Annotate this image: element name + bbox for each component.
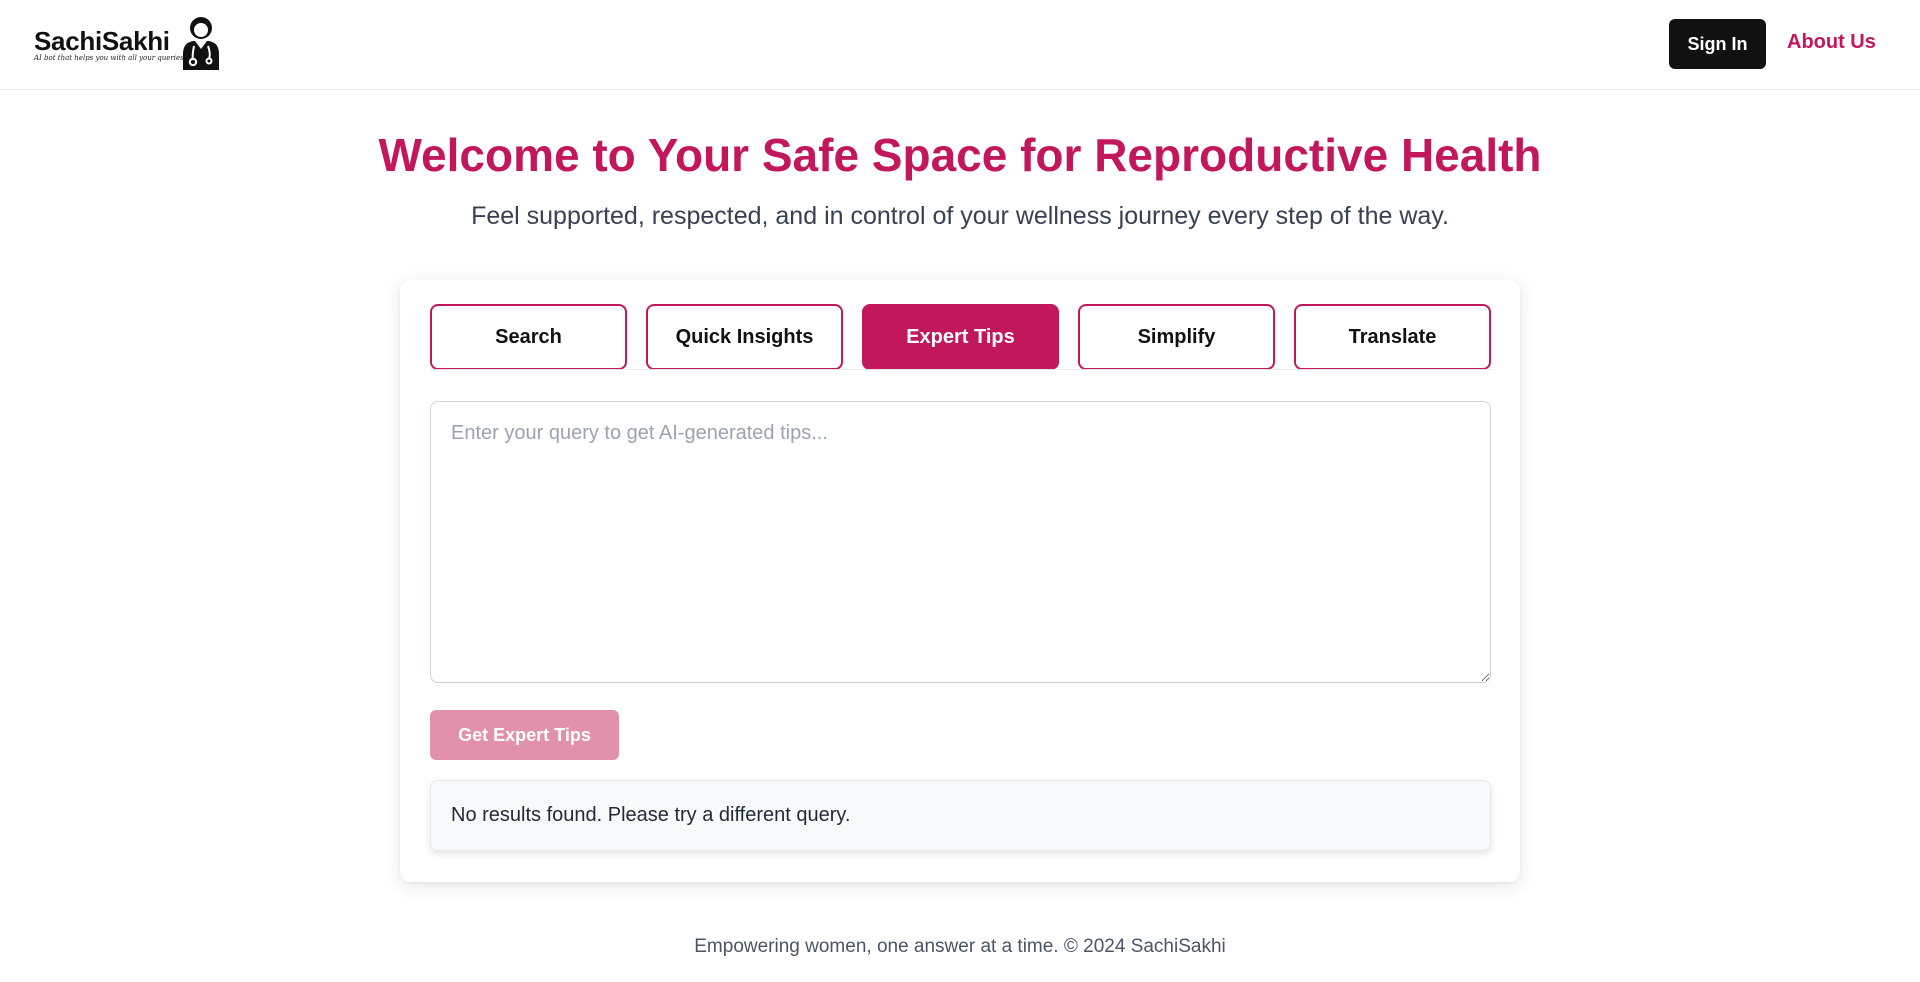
tool-card: Search Quick Insights Expert Tips Simpli… <box>400 280 1520 882</box>
page-subtitle: Feel supported, respected, and in contro… <box>471 202 1449 230</box>
tabs-divider <box>430 369 1491 370</box>
logo-name: SachiSakhi <box>34 26 170 56</box>
mode-tabs: Search Quick Insights Expert Tips Simpli… <box>430 304 1491 370</box>
tab-search[interactable]: Search <box>430 304 627 370</box>
footer-text: Empowering women, one answer at a time. … <box>694 936 1226 957</box>
tab-translate[interactable]: Translate <box>1294 304 1491 370</box>
page-title: Welcome to Your Safe Space for Reproduct… <box>378 129 1542 181</box>
sign-in-button[interactable]: Sign In <box>1669 19 1766 69</box>
tab-simplify[interactable]: Simplify <box>1078 304 1275 370</box>
site-header: SachiSakhi AI bot that helps you with al… <box>0 0 1920 90</box>
about-us-link[interactable]: About Us <box>1787 31 1876 54</box>
query-input[interactable] <box>430 401 1491 683</box>
logo[interactable]: SachiSakhi AI bot that helps you with al… <box>34 16 224 72</box>
get-expert-tips-button[interactable]: Get Expert Tips <box>430 710 619 760</box>
tab-quick-insights[interactable]: Quick Insights <box>646 304 843 370</box>
logo-tagline: AI bot that helps you with all your quer… <box>34 54 184 62</box>
tab-expert-tips[interactable]: Expert Tips <box>862 304 1059 370</box>
result-message: No results found. Please try a different… <box>430 780 1491 851</box>
doctor-avatar-icon <box>180 16 222 70</box>
